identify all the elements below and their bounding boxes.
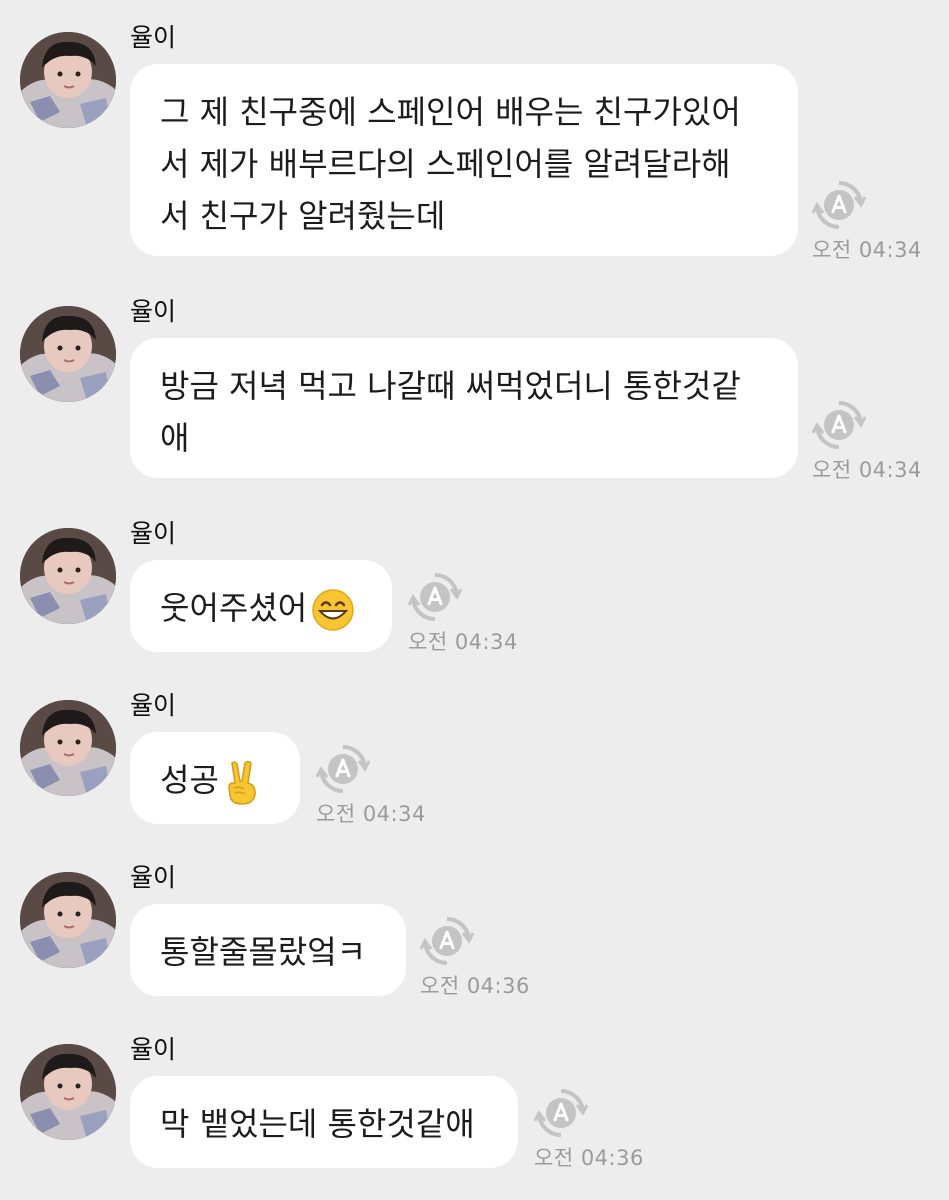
sender-name: 율이 [130,691,177,720]
sender-name: 율이 [130,1035,177,1064]
translate-a-icon[interactable] [534,1086,588,1140]
message-bubble[interactable]: 성공 [130,732,300,824]
message-meta: 오전 04:36 [420,914,550,1000]
avatar-photo [20,32,116,128]
message-bubble[interactable]: 웃어주셨어 [130,560,392,652]
message-bubble[interactable]: 막 뱉었는데 통한것같애 [130,1076,518,1168]
avatar-photo [20,1044,116,1140]
translate-a-icon[interactable] [408,570,462,624]
translate-a-icon[interactable] [812,178,866,232]
translate-a-icon[interactable] [812,398,866,452]
avatar[interactable] [20,528,116,624]
avatar-photo [20,528,116,624]
timestamp: 오전 04:36 [420,974,530,998]
timestamp: 오전 04:34 [812,238,922,262]
avatar-photo [20,700,116,796]
timestamp: 오전 04:34 [408,630,518,654]
avatar[interactable] [20,872,116,968]
avatar-photo [20,306,116,402]
chat-thread: 율이 그 제 친구중에 스페인어 배우는 친구가있어 서 제가 배부르다의 스페… [0,0,949,1200]
message-meta: 오전 04:36 [534,1086,664,1172]
message-bubble[interactable]: 그 제 친구중에 스페인어 배우는 친구가있어 서 제가 배부르다의 스페인어를… [130,64,798,256]
avatar[interactable] [20,306,116,402]
sender-name: 율이 [130,297,177,326]
avatar-photo [20,872,116,968]
avatar[interactable] [20,1044,116,1140]
message-meta: 오전 04:34 [812,398,942,484]
sender-name: 율이 [130,863,177,892]
sender-name: 율이 [130,519,177,548]
sender-name: 율이 [130,23,177,52]
timestamp: 오전 04:34 [316,802,426,826]
message-bubble[interactable]: 방금 저녁 먹고 나갈때 써먹었더니 통한것같 애 [130,338,798,478]
message-meta: 오전 04:34 [812,178,942,264]
message-meta: 오전 04:34 [408,570,538,656]
translate-a-icon[interactable] [420,914,474,968]
message-text: 성공 [160,761,219,799]
message-text: 웃어주셨어 [160,589,308,627]
translate-a-icon[interactable] [316,742,370,796]
grinning-face-icon [312,589,354,631]
timestamp: 오전 04:34 [812,458,922,482]
avatar[interactable] [20,32,116,128]
message-meta: 오전 04:34 [316,742,446,828]
timestamp: 오전 04:36 [534,1146,644,1170]
avatar[interactable] [20,700,116,796]
message-bubble[interactable]: 통할줄몰랐엌ㅋ [130,904,406,996]
victory-hand-icon [228,760,256,805]
